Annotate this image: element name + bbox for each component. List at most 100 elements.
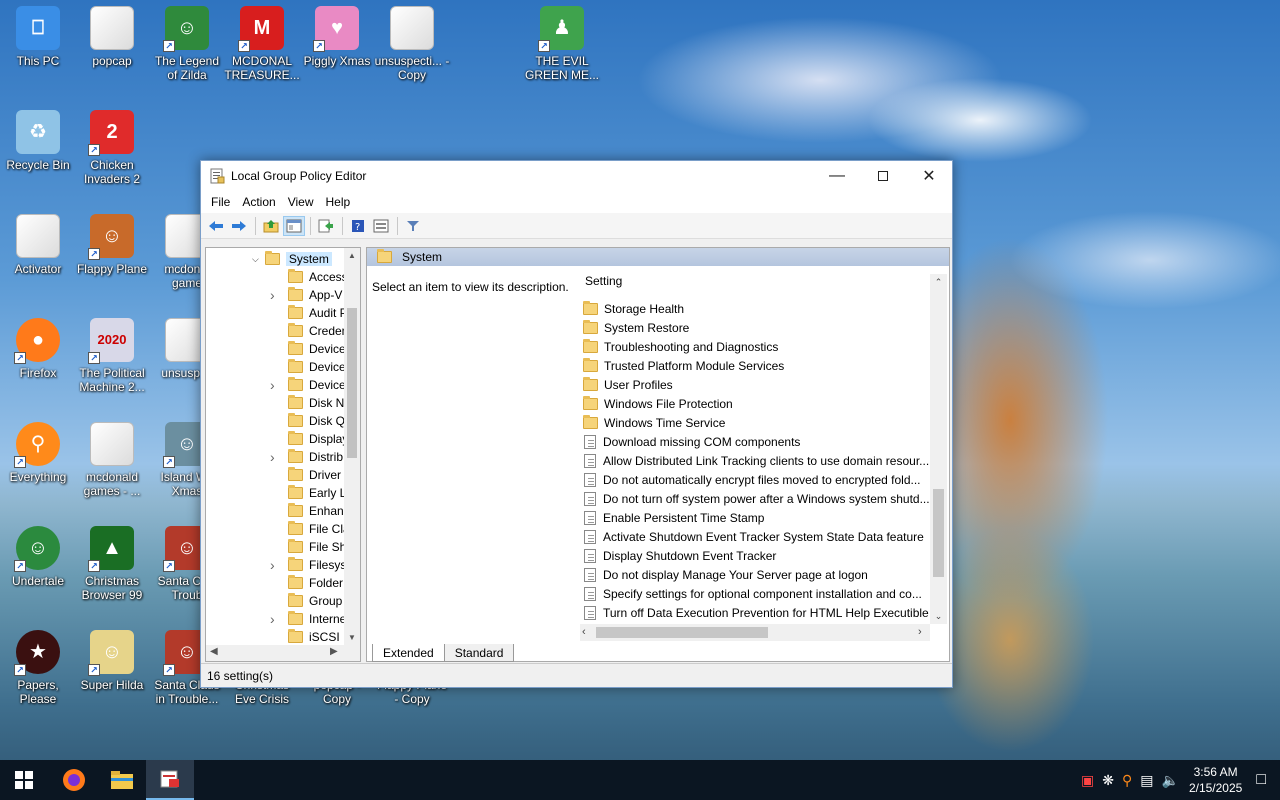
expand-chevron-icon[interactable]: ›	[270, 287, 275, 303]
scroll-thumb[interactable]	[933, 489, 944, 577]
help-button[interactable]: ?	[347, 216, 369, 236]
settings-folder-row[interactable]: Windows File Protection	[583, 394, 733, 413]
menu-view[interactable]: View	[282, 195, 320, 209]
desktop-icon[interactable]: ♥ ↗ Piggly Xmas	[299, 6, 375, 68]
scroll-up-arrow-icon[interactable]: ▲	[344, 248, 360, 264]
network-icon[interactable]: ▤	[1140, 772, 1153, 789]
tree-item[interactable]: Folder	[272, 574, 343, 592]
taskbar-firefox[interactable]	[50, 760, 98, 800]
desktop-icon[interactable]: ⎕ This PC	[0, 6, 76, 68]
desktop-icon[interactable]: unsuspecti... - Copy	[374, 6, 450, 82]
security-alert-icon[interactable]: ▣	[1081, 772, 1094, 789]
tree-item[interactable]: › Interne	[270, 610, 346, 628]
clock[interactable]: 3:56 AM 2/15/2025	[1189, 764, 1242, 796]
tab-standard[interactable]: Standard	[444, 644, 515, 662]
desktop-icon[interactable]: ☺ ↗ Undertale	[0, 526, 76, 588]
desktop-icon[interactable]: ♟ ↗ THE EVIL GREEN ME...	[524, 6, 600, 82]
scroll-right-arrow-icon[interactable]: ▶	[330, 646, 338, 657]
title-bar[interactable]: Local Group Policy Editor — ✕	[201, 161, 952, 191]
policy-setting-row[interactable]: Do not display Manage Your Server page a…	[583, 565, 868, 584]
taskbar-group-policy-editor[interactable]	[146, 760, 194, 800]
maximize-button[interactable]	[860, 161, 906, 191]
settings-folder-row[interactable]: System Restore	[583, 318, 689, 337]
policy-setting-row[interactable]: Enable Persistent Time Stamp	[583, 508, 764, 527]
tree-item[interactable]: Driver	[272, 466, 341, 484]
scroll-left-arrow-icon[interactable]: ◀	[210, 646, 218, 657]
desktop-icon[interactable]: Activator	[0, 214, 76, 276]
expand-chevron-icon[interactable]: ›	[270, 557, 275, 573]
minimize-button[interactable]: —	[814, 161, 860, 191]
desktop-icon[interactable]: M ↗ MCDONAL TREASURE...	[224, 6, 300, 82]
tree-item[interactable]: File Sh	[272, 538, 346, 556]
desktop-icon[interactable]: ● ↗ Firefox	[0, 318, 76, 380]
tree-root-system[interactable]: ⌵ System	[252, 250, 332, 268]
menu-action[interactable]: Action	[236, 195, 281, 209]
desktop-icon[interactable]: ★ ↗ Papers, Please	[0, 630, 76, 706]
scroll-thumb[interactable]	[347, 308, 357, 458]
tree-item[interactable]: Enhan	[272, 502, 344, 520]
desktop-icon[interactable]: 2 ↗ Chicken Invaders 2	[74, 110, 150, 186]
desktop-icon[interactable]: 2020 ↗ The Political Machine 2...	[74, 318, 150, 394]
scroll-thumb[interactable]	[596, 627, 768, 638]
scroll-right-arrow-icon[interactable]: ›	[918, 626, 922, 638]
desktop-icon[interactable]: ▲ ↗ Christmas Browser 99	[74, 526, 150, 602]
close-button[interactable]: ✕	[906, 161, 952, 191]
up-folder-button[interactable]	[260, 216, 282, 236]
tree-item[interactable]: Audit P	[272, 304, 348, 322]
policy-setting-row[interactable]: Specify settings for optional component …	[583, 584, 922, 603]
settings-folder-row[interactable]: Windows Time Service	[583, 413, 725, 432]
tree-item[interactable]: › Filesys	[270, 556, 346, 574]
scroll-up-arrow-icon[interactable]: ⌃	[930, 274, 947, 290]
tree-vertical-scrollbar[interactable]: ▲ ▼	[344, 248, 360, 646]
policy-setting-row[interactable]: Allow Distributed Link Tracking clients …	[583, 451, 929, 470]
tree-horizontal-scrollbar[interactable]: ◀ ▶	[206, 645, 360, 661]
desktop-icon[interactable]: ⚲ ↗ Everything	[0, 422, 76, 484]
tree-item[interactable]: Early L	[272, 484, 346, 502]
taskbar-file-explorer[interactable]	[98, 760, 146, 800]
policy-setting-row[interactable]: Turn off Data Execution Prevention for H…	[583, 603, 929, 622]
policy-setting-row[interactable]: Do not automatically encrypt files moved…	[583, 470, 921, 489]
settings-folder-row[interactable]: User Profiles	[583, 375, 673, 394]
tree-item[interactable]: Creden	[272, 322, 348, 340]
policy-setting-row[interactable]: Activate Shutdown Event Tracker System S…	[583, 527, 924, 546]
desktop-icon[interactable]: ☺ ↗ The Legend of Zilda	[149, 6, 225, 82]
tree-item[interactable]: › Distrib	[270, 448, 343, 466]
search-icon[interactable]: ⚲	[1122, 772, 1132, 789]
expand-chevron-icon[interactable]: ›	[270, 377, 275, 393]
settings-folder-row[interactable]: Troubleshooting and Diagnostics	[583, 337, 778, 356]
forward-button[interactable]	[228, 216, 250, 236]
tab-extended[interactable]: Extended	[372, 644, 445, 662]
policy-setting-row[interactable]: Display Shutdown Event Tracker	[583, 546, 776, 565]
tree-item[interactable]: Access	[272, 268, 348, 286]
menu-help[interactable]: Help	[320, 195, 357, 209]
export-list-button[interactable]	[315, 216, 337, 236]
settings-folder-row[interactable]: Storage Health	[583, 299, 684, 318]
scroll-left-arrow-icon[interactable]: ‹	[582, 626, 586, 638]
settings-gear-icon[interactable]: ❋	[1102, 772, 1114, 789]
expand-chevron-icon[interactable]: ›	[270, 611, 275, 627]
tree-item[interactable]: Display	[272, 430, 348, 448]
show-hide-tree-button[interactable]	[283, 215, 305, 236]
console-tree[interactable]: ⌵ System iSCSI › Interne Group Folder › Filesy…	[205, 247, 361, 662]
desktop-icon[interactable]: ☺ ↗ Flappy Plane	[74, 214, 150, 276]
filter-button[interactable]	[402, 216, 424, 236]
desktop-icon[interactable]: mcdonald games - ...	[74, 422, 150, 498]
tree-item[interactable]: iSCSI	[272, 628, 340, 646]
tree-item[interactable]: Device	[272, 358, 346, 376]
menu-file[interactable]: File	[205, 195, 236, 209]
setting-column-header[interactable]: Setting	[570, 266, 946, 296]
scroll-down-arrow-icon[interactable]: ▼	[344, 630, 360, 646]
volume-muted-icon[interactable]: 🔈	[1162, 772, 1179, 789]
policy-setting-row[interactable]: Do not turn off system power after a Win…	[583, 489, 930, 508]
back-button[interactable]	[205, 216, 227, 236]
desktop-icon[interactable]: ☺ ↗ Super Hilda	[74, 630, 150, 692]
tree-item[interactable]: Disk Q	[272, 412, 345, 430]
notification-center-icon[interactable]: □	[1256, 771, 1266, 789]
group-policy-editor-window[interactable]: Local Group Policy Editor — ✕ File Actio…	[200, 160, 953, 688]
settings-folder-row[interactable]: Trusted Platform Module Services	[583, 356, 784, 375]
settings-horizontal-scrollbar[interactable]: ‹ ›	[580, 624, 930, 641]
start-button[interactable]	[0, 760, 48, 800]
scroll-down-arrow-icon[interactable]: ⌄	[930, 608, 947, 624]
policy-setting-row[interactable]: Download missing COM components	[583, 432, 800, 451]
properties-button[interactable]	[370, 216, 392, 236]
